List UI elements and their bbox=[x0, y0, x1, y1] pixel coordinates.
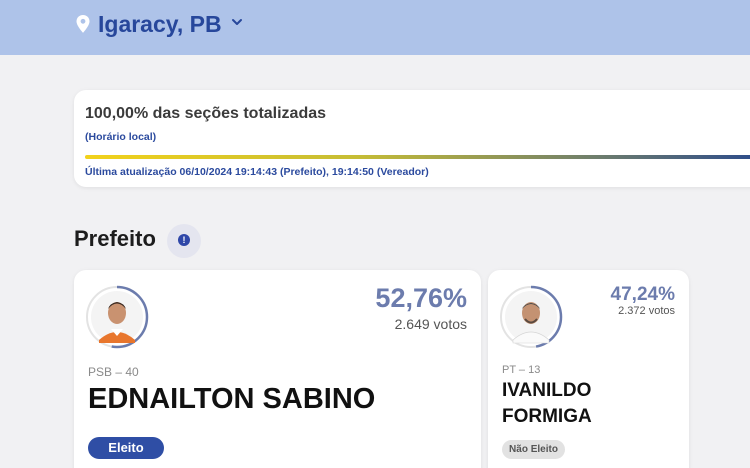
chevron-down-icon[interactable] bbox=[231, 17, 243, 27]
candidate-avatar bbox=[499, 285, 563, 349]
candidate-card[interactable]: 47,24% 2.372 votos PT – 13 IVANILDO FORM… bbox=[488, 270, 689, 468]
candidate-card-winner[interactable]: 52,76% 2.649 votos PSB – 40 EDNAILTON SA… bbox=[74, 270, 481, 468]
totalization-title: 100,00% das seções totalizadas bbox=[85, 105, 327, 122]
party-number: PT – 13 bbox=[502, 364, 541, 376]
vote-count: 2.372 votos bbox=[618, 305, 675, 317]
vote-percentage: 52,76% bbox=[375, 283, 467, 313]
candidate-name-line-1: IVANILDO bbox=[502, 380, 592, 401]
section-title: Prefeito bbox=[74, 226, 156, 251]
totalization-progress-bar bbox=[85, 155, 750, 159]
vote-count: 2.649 votos bbox=[394, 316, 467, 332]
map-pin-icon bbox=[76, 15, 90, 33]
status-badge: Eleito bbox=[88, 437, 164, 459]
party-number: PSB – 40 bbox=[88, 365, 139, 379]
local-time-note: (Horário local) bbox=[85, 131, 157, 143]
candidate-name-line-2: FORMIGA bbox=[502, 406, 592, 427]
location-title[interactable]: Igaracy, PB bbox=[98, 11, 222, 38]
vote-percentage: 47,24% bbox=[610, 284, 675, 305]
info-button[interactable]: ! bbox=[167, 224, 201, 258]
last-update-text: Última atualização 06/10/2024 19:14:43 (… bbox=[85, 166, 429, 178]
candidate-name: EDNAILTON SABINO bbox=[88, 383, 376, 415]
candidate-avatar bbox=[85, 285, 149, 349]
totalization-status-card: 100,00% das seções totalizadas (Horário … bbox=[74, 90, 750, 187]
location-header: Igaracy, PB bbox=[0, 0, 750, 55]
info-icon: ! bbox=[178, 234, 190, 246]
status-badge: Não Eleito bbox=[502, 440, 565, 459]
